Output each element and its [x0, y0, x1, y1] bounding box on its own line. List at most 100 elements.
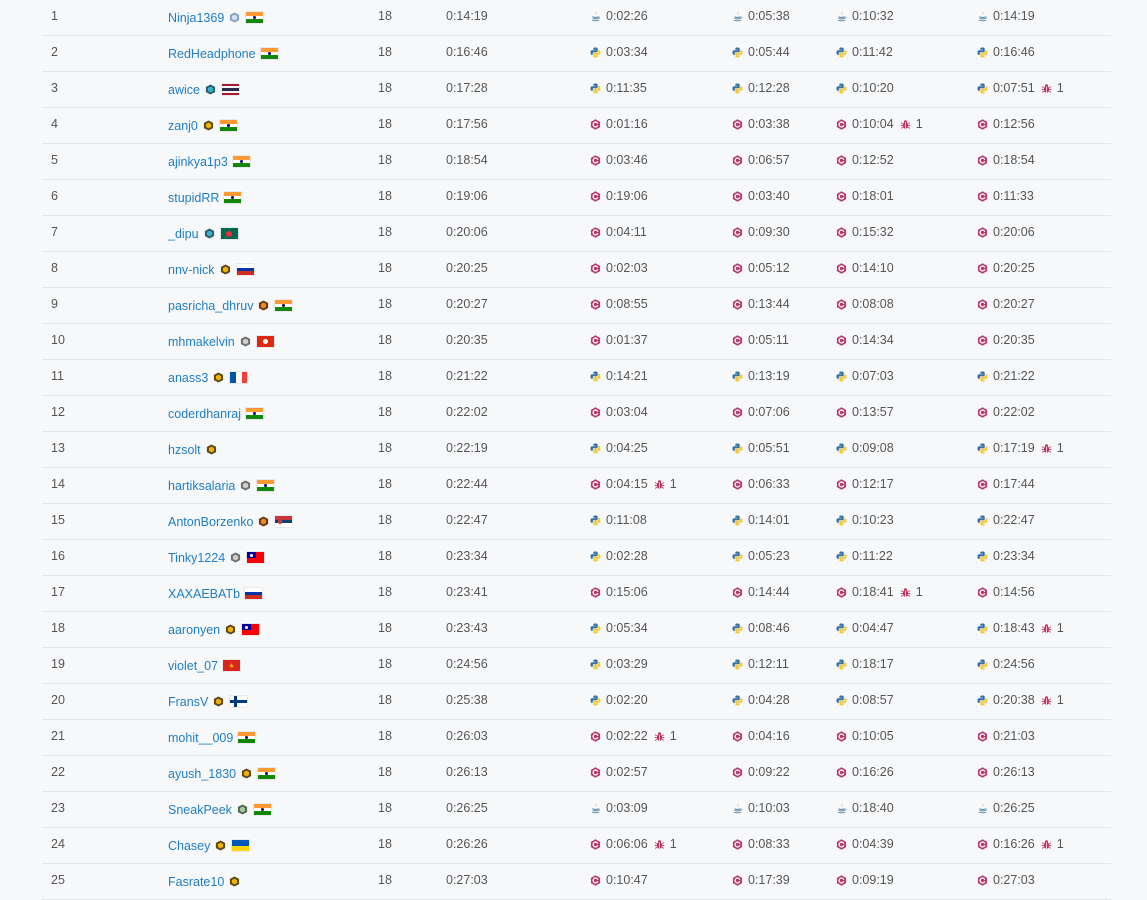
submission-q2[interactable]: 0:05:23 [732, 540, 790, 572]
submission-q1[interactable]: 0:01:16 [590, 108, 648, 140]
username-link[interactable]: violet_07 [168, 650, 218, 682]
username-link[interactable]: Tinky1224 [168, 542, 225, 574]
username-link[interactable]: RedHeadphone [168, 38, 256, 70]
submission-q1[interactable]: 0:11:35 [590, 72, 647, 104]
submission-q4[interactable]: 0:20:35 [977, 324, 1035, 356]
submission-q2[interactable]: 0:17:39 [732, 864, 790, 896]
submission-q1[interactable]: 0:03:29 [590, 648, 648, 680]
submission-q2[interactable]: 0:05:44 [732, 36, 790, 68]
submission-q4[interactable]: 0:11:33 [977, 180, 1034, 212]
username-link[interactable]: anass3 [168, 362, 208, 394]
submission-q4[interactable]: 0:17:19 1 [977, 432, 1064, 464]
username-link[interactable]: hzsolt [168, 434, 201, 466]
submission-q3[interactable]: 0:10:32 [836, 0, 894, 32]
submission-q4[interactable]: 0:20:27 [977, 288, 1035, 320]
submission-q4[interactable]: 0:22:47 [977, 504, 1035, 536]
submission-q3[interactable]: 0:11:22 [836, 540, 893, 572]
submission-q3[interactable]: 0:18:01 [836, 180, 894, 212]
submission-q4[interactable]: 0:12:56 [977, 108, 1035, 140]
username-link[interactable]: Ninja1369 [168, 2, 224, 34]
submission-q4[interactable]: 0:26:13 [977, 756, 1035, 788]
submission-q3[interactable]: 0:07:03 [836, 360, 894, 392]
submission-q3[interactable]: 0:10:04 1 [836, 108, 923, 140]
submission-q3[interactable]: 0:04:47 [836, 612, 894, 644]
submission-q1[interactable]: 0:01:37 [590, 324, 648, 356]
submission-q1[interactable]: 0:03:34 [590, 36, 648, 68]
submission-q2[interactable]: 0:07:06 [732, 396, 790, 428]
submission-q2[interactable]: 0:12:11 [732, 648, 789, 680]
username-link[interactable]: stupidRR [168, 182, 219, 214]
submission-q2[interactable]: 0:13:44 [732, 288, 790, 320]
username-link[interactable]: ajinkya1p3 [168, 146, 228, 178]
username-link[interactable]: SneakPeek [168, 794, 232, 826]
submission-q3[interactable]: 0:10:23 [836, 504, 894, 536]
submission-q3[interactable]: 0:18:40 [836, 792, 894, 824]
submission-q1[interactable]: 0:05:34 [590, 612, 648, 644]
submission-q3[interactable]: 0:16:26 [836, 756, 894, 788]
submission-q1[interactable]: 0:14:21 [590, 360, 648, 392]
submission-q4[interactable]: 0:24:56 [977, 648, 1035, 680]
username-link[interactable]: mohit__009 [168, 722, 233, 754]
username-link[interactable]: AntonBorzenko [168, 506, 253, 538]
submission-q1[interactable]: 0:04:25 [590, 432, 648, 464]
username-link[interactable]: Fasrate10 [168, 866, 224, 898]
username-link[interactable]: zanj0 [168, 110, 198, 142]
submission-q1[interactable]: 0:04:15 1 [590, 468, 677, 500]
username-link[interactable]: pasricha_dhruv [168, 290, 253, 322]
submission-q2[interactable]: 0:06:33 [732, 468, 790, 500]
submission-q1[interactable]: 0:08:55 [590, 288, 648, 320]
username-link[interactable]: hartiksalaria [168, 470, 235, 502]
submission-q4[interactable]: 0:14:19 [977, 0, 1035, 32]
submission-q4[interactable]: 0:22:02 [977, 396, 1035, 428]
submission-q1[interactable]: 0:03:04 [590, 396, 648, 428]
submission-q2[interactable]: 0:14:44 [732, 576, 790, 608]
submission-q2[interactable]: 0:05:38 [732, 0, 790, 32]
submission-q1[interactable]: 0:19:06 [590, 180, 648, 212]
username-link[interactable]: XAXAEBATb [168, 578, 240, 610]
submission-q3[interactable]: 0:12:52 [836, 144, 894, 176]
submission-q3[interactable]: 0:18:41 1 [836, 576, 923, 608]
submission-q1[interactable]: 0:02:57 [590, 756, 648, 788]
username-link[interactable]: Chasey [168, 830, 210, 862]
submission-q3[interactable]: 0:15:32 [836, 216, 894, 248]
submission-q4[interactable]: 0:23:34 [977, 540, 1035, 572]
submission-q4[interactable]: 0:18:43 1 [977, 612, 1064, 644]
submission-q2[interactable]: 0:12:28 [732, 72, 790, 104]
submission-q3[interactable]: 0:08:08 [836, 288, 894, 320]
submission-q2[interactable]: 0:05:12 [732, 252, 790, 284]
submission-q2[interactable]: 0:08:46 [732, 612, 790, 644]
submission-q4[interactable]: 0:27:03 [977, 864, 1035, 896]
submission-q4[interactable]: 0:21:22 [977, 360, 1035, 392]
submission-q1[interactable]: 0:15:06 [590, 576, 648, 608]
submission-q4[interactable]: 0:21:03 [977, 720, 1035, 752]
submission-q4[interactable]: 0:26:25 [977, 792, 1035, 824]
submission-q3[interactable]: 0:09:19 [836, 864, 894, 896]
submission-q3[interactable]: 0:14:34 [836, 324, 894, 356]
submission-q2[interactable]: 0:08:33 [732, 828, 790, 860]
submission-q3[interactable]: 0:09:08 [836, 432, 894, 464]
submission-q1[interactable]: 0:02:20 [590, 684, 648, 716]
submission-q3[interactable]: 0:10:20 [836, 72, 894, 104]
username-link[interactable]: nnv-nick [168, 254, 215, 286]
submission-q1[interactable]: 0:11:08 [590, 504, 647, 536]
submission-q1[interactable]: 0:03:09 [590, 792, 648, 824]
submission-q2[interactable]: 0:10:03 [732, 792, 790, 824]
submission-q4[interactable]: 0:20:38 1 [977, 684, 1064, 716]
submission-q2[interactable]: 0:04:16 [732, 720, 790, 752]
submission-q2[interactable]: 0:14:01 [732, 504, 790, 536]
submission-q3[interactable]: 0:11:42 [836, 36, 893, 68]
submission-q4[interactable]: 0:14:56 [977, 576, 1035, 608]
submission-q3[interactable]: 0:12:17 [836, 468, 894, 500]
submission-q1[interactable]: 0:06:06 1 [590, 828, 677, 860]
submission-q3[interactable]: 0:13:57 [836, 396, 894, 428]
username-link[interactable]: awice [168, 74, 200, 106]
submission-q4[interactable]: 0:07:51 1 [977, 72, 1064, 104]
submission-q1[interactable]: 0:03:46 [590, 144, 648, 176]
submission-q3[interactable]: 0:04:39 [836, 828, 894, 860]
submission-q3[interactable]: 0:18:17 [836, 648, 894, 680]
submission-q4[interactable]: 0:20:06 [977, 216, 1035, 248]
submission-q1[interactable]: 0:02:03 [590, 252, 648, 284]
submission-q1[interactable]: 0:02:22 1 [590, 720, 677, 752]
submission-q4[interactable]: 0:17:44 [977, 468, 1035, 500]
submission-q4[interactable]: 0:16:26 1 [977, 828, 1064, 860]
